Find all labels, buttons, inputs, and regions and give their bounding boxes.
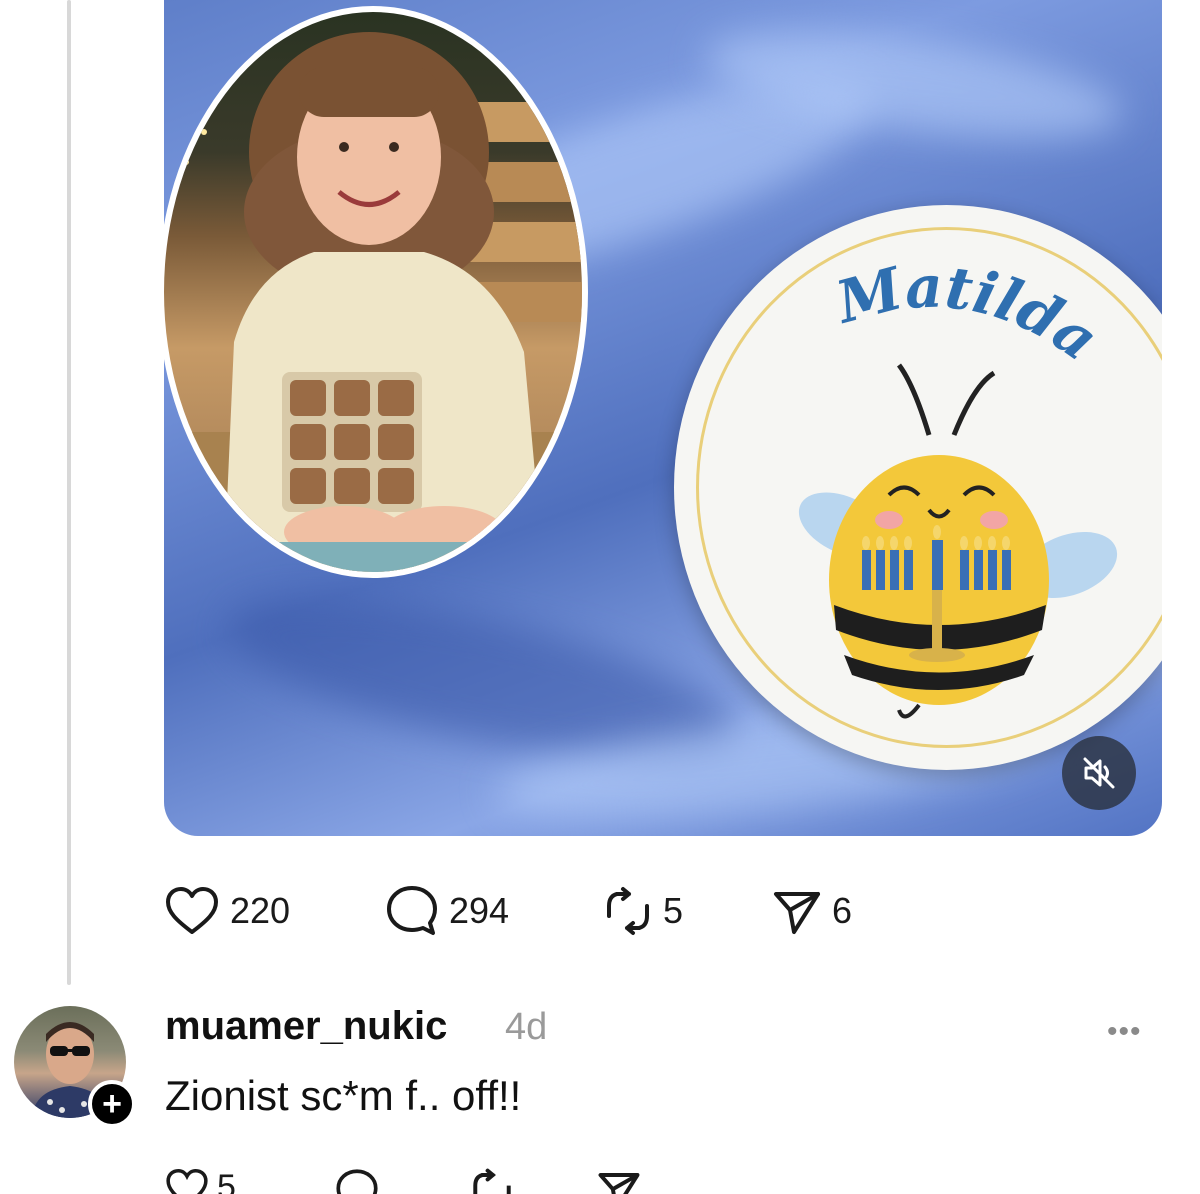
repost-count: 5 <box>663 890 684 931</box>
comment-reply-button[interactable] <box>335 1168 379 1194</box>
comment-text: Zionist sc*m f.. off!! <box>165 1072 522 1119</box>
comment-like-count: 5 <box>217 1168 236 1194</box>
mute-button[interactable] <box>1062 736 1136 810</box>
comment-timestamp: 4d <box>505 1006 548 1048</box>
comment-share-button[interactable] <box>597 1168 641 1194</box>
speaker-muted-icon <box>1083 757 1115 789</box>
more-options-button[interactable]: ••• <box>1107 1015 1142 1049</box>
comment-bubble-icon <box>387 886 437 935</box>
comment-username[interactable]: muamer_nukic <box>165 1004 447 1049</box>
name-badge: Matilda <box>674 205 1162 770</box>
share-count: 6 <box>832 890 853 931</box>
comment-like-button[interactable]: 5 <box>165 1168 236 1194</box>
badge-name-text: Matilda <box>828 252 1111 374</box>
comment-repost-button[interactable] <box>470 1168 514 1194</box>
comment-action-bar: 5 <box>0 1160 1200 1194</box>
ellipsis-icon: ••• <box>1107 1015 1142 1048</box>
svg-text:Matilda: Matilda <box>828 252 1111 374</box>
heart-icon <box>166 1168 208 1194</box>
thread-line <box>67 0 71 985</box>
repost-button[interactable]: 5 <box>603 883 683 939</box>
post-media[interactable]: Matilda <box>164 0 1162 836</box>
reply-button[interactable]: 294 <box>385 883 509 939</box>
portrait-photo <box>164 6 588 578</box>
heart-icon <box>166 887 218 934</box>
repost-icon <box>607 887 649 935</box>
comment-bubble-icon <box>336 1169 378 1194</box>
plus-icon: + <box>102 1085 122 1123</box>
like-count: 220 <box>230 890 291 931</box>
send-icon <box>598 1173 640 1194</box>
share-button[interactable]: 6 <box>772 883 852 939</box>
comment-count: 294 <box>449 890 510 931</box>
follow-button[interactable]: + <box>88 1080 136 1128</box>
portrait-illustration <box>164 32 582 572</box>
repost-icon <box>473 1168 511 1194</box>
like-button[interactable]: 220 <box>164 883 290 939</box>
bee-illustration: Matilda <box>798 252 1118 719</box>
send-icon <box>774 892 820 934</box>
